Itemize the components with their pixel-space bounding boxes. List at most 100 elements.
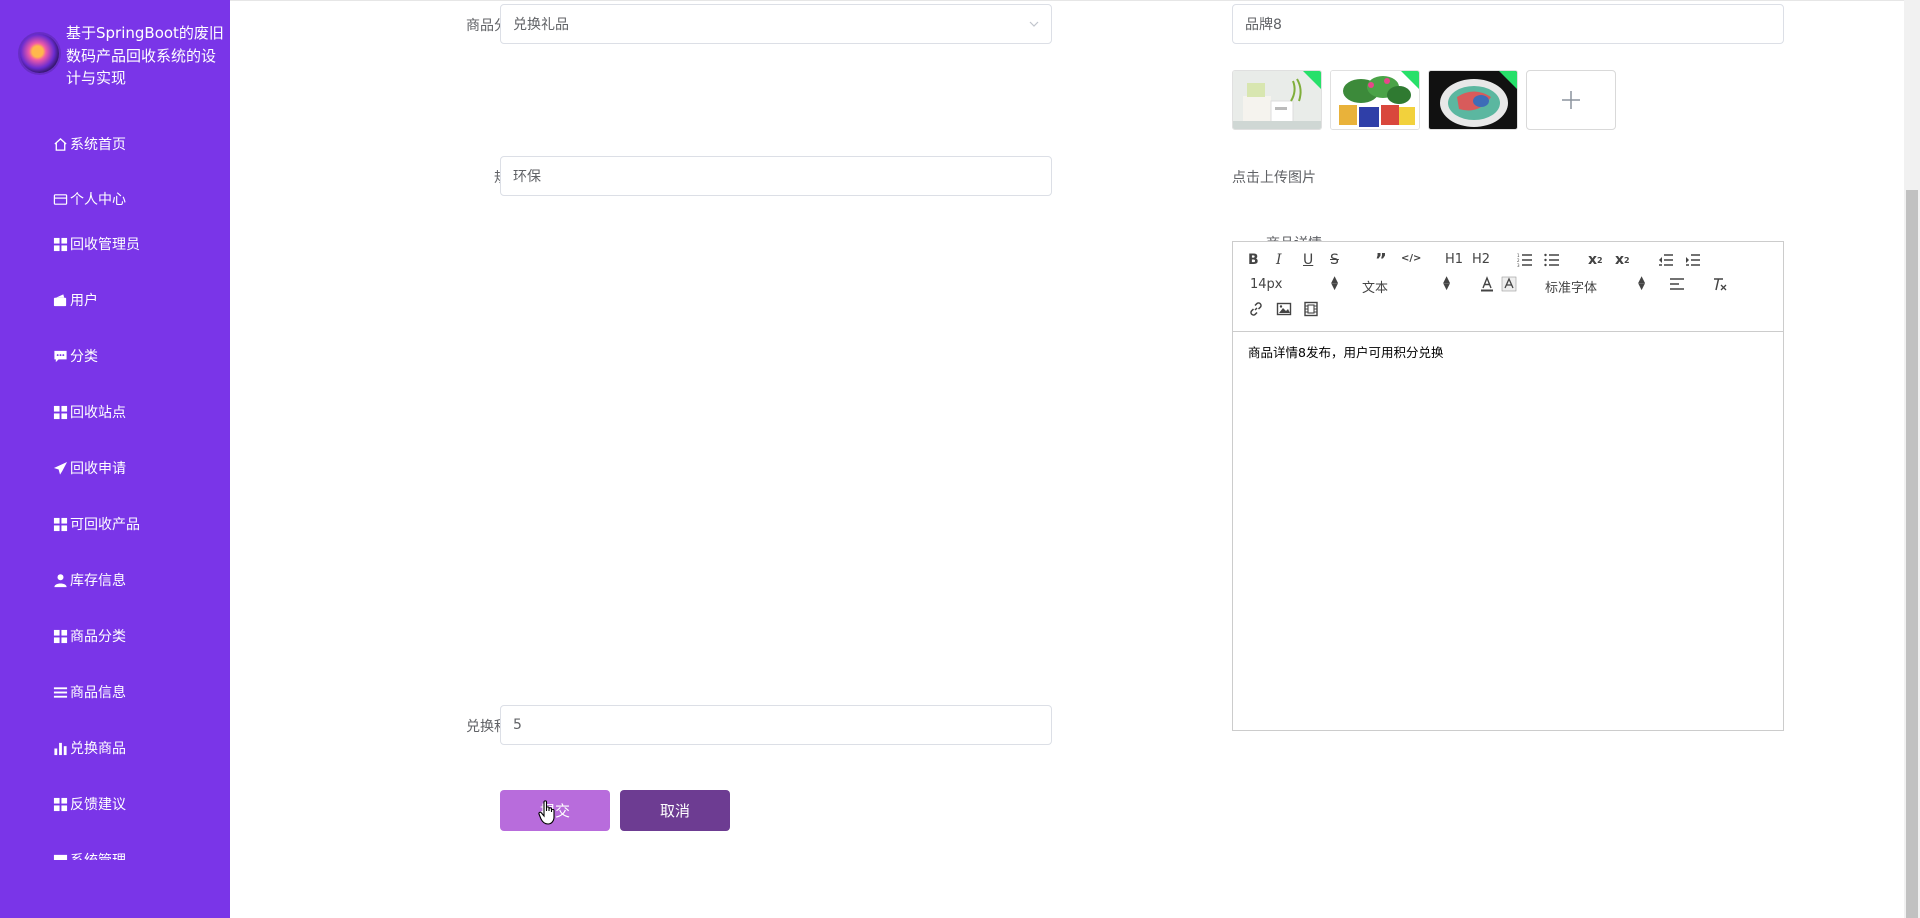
product-thumb-2[interactable] — [1330, 70, 1420, 130]
sidebar-item-system-admin[interactable]: 系统管理 — [52, 847, 126, 860]
header-select[interactable]: 文本 ▲ ▼ — [1362, 275, 1450, 297]
editor-toolbar: B I U S ” </> H1 H2 123 x2 x2 14px ▲ ▼ 文本… — [1233, 242, 1783, 332]
cancel-button[interactable]: 取消 — [620, 790, 730, 831]
upload-image-button[interactable] — [1526, 70, 1616, 130]
code-button[interactable]: </> — [1401, 253, 1421, 264]
sidebar-item-exchange-products[interactable]: 兑换商品 — [52, 735, 126, 761]
grid-icon — [52, 516, 68, 532]
bold-button[interactable]: B — [1248, 252, 1259, 268]
superscript-button[interactable]: x2 — [1615, 252, 1630, 268]
sidebar-item-label: 个人中心 — [70, 192, 126, 208]
sidebar-item-feedback[interactable]: 反馈建议 — [52, 791, 126, 817]
select-caret-icon: ▲ ▼ — [1443, 275, 1450, 292]
link-icon[interactable] — [1248, 301, 1264, 317]
card-icon — [52, 191, 68, 207]
font-size-select[interactable]: 14px ▲ ▼ — [1250, 275, 1338, 293]
spec-value: 环保 — [513, 169, 541, 185]
product-thumb-1[interactable] — [1232, 70, 1322, 130]
select-caret-icon: ▲ ▼ — [1331, 275, 1338, 292]
background-color-icon[interactable] — [1501, 276, 1517, 292]
monitor-icon — [52, 852, 68, 860]
grid-icon — [52, 796, 68, 812]
strike-button[interactable]: S — [1330, 252, 1339, 268]
align-icon[interactable] — [1669, 277, 1685, 291]
scrollbar-thumb[interactable] — [1906, 190, 1918, 918]
sidebar-item-product-category[interactable]: 商品分类 — [52, 623, 126, 649]
font-family-select[interactable]: 标准字体 ▲ ▼ — [1545, 275, 1645, 297]
image-icon[interactable] — [1276, 301, 1292, 317]
sidebar: 基于SpringBoot的废旧数码产品回收系统的设计与实现 系统首页 个人中心 … — [0, 0, 230, 918]
sidebar-item-label: 系统首页 — [70, 137, 126, 153]
spec-input[interactable]: 环保 — [500, 156, 1052, 196]
underline-button[interactable]: U — [1303, 252, 1313, 268]
subscript-label: x — [1588, 252, 1598, 268]
grid-icon — [52, 404, 68, 420]
font-size-value: 14px — [1250, 277, 1283, 292]
hand-cursor-icon — [538, 800, 555, 825]
svg-text:3: 3 — [1517, 263, 1520, 267]
user-icon — [52, 572, 68, 588]
sidebar-item-label: 可回收产品 — [70, 517, 140, 533]
cancel-label: 取消 — [659, 802, 690, 820]
sidebar-item-recycle-station[interactable]: 回收站点 — [52, 399, 126, 425]
top-divider — [230, 0, 1920, 1]
sidebar-item-recycle-apply[interactable]: 回收申请 — [52, 455, 126, 481]
send-icon — [52, 460, 68, 476]
blockquote-button[interactable]: ” — [1375, 250, 1387, 271]
sidebar-item-label: 系统管理 — [70, 850, 126, 860]
ordered-list-icon[interactable]: 123 — [1517, 253, 1533, 267]
points-input[interactable]: 5 — [500, 705, 1052, 745]
upload-hint: 点击上传图片 — [1232, 170, 1316, 186]
page-scrollbar[interactable] — [1904, 0, 1920, 918]
clear-format-icon[interactable] — [1712, 276, 1728, 292]
product-thumb-3[interactable] — [1428, 70, 1518, 130]
superscript-label: x — [1615, 252, 1625, 268]
home-icon — [52, 136, 68, 152]
h2-button[interactable]: H2 — [1472, 252, 1490, 267]
sidebar-item-label: 兑换商品 — [70, 741, 126, 757]
category-select[interactable]: 兑换礼品 — [500, 4, 1052, 44]
sidebar-menu: 系统首页 个人中心 回收管理员 用户 分类 回收站点 回收申请 可回收产品 库存… — [0, 118, 230, 860]
select-caret-icon: ▲ ▼ — [1638, 275, 1645, 292]
sidebar-item-label: 回收申请 — [70, 461, 126, 477]
app-logo — [20, 34, 59, 73]
video-icon[interactable] — [1303, 301, 1319, 317]
bar-chart-icon — [52, 740, 68, 756]
editor-content[interactable]: 商品详情8发布，用户可用积分兑换 — [1248, 342, 1443, 361]
category-value: 兑换礼品 — [513, 17, 569, 33]
sidebar-item-label: 回收管理员 — [70, 237, 140, 253]
brand-input[interactable]: 品牌8 — [1232, 4, 1784, 44]
font-family-value: 标准字体 — [1545, 281, 1598, 296]
brand: 基于SpringBoot的废旧数码产品回收系统的设计与实现 — [20, 22, 224, 92]
outdent-icon[interactable] — [1658, 253, 1674, 267]
plus-icon — [1562, 91, 1580, 109]
italic-button[interactable]: I — [1276, 252, 1282, 268]
sidebar-item-user[interactable]: 用户 — [52, 287, 98, 313]
sidebar-item-recyclable-products[interactable]: 可回收产品 — [52, 511, 140, 537]
indent-icon[interactable] — [1685, 253, 1701, 267]
header-value: 文本 — [1362, 281, 1389, 296]
sidebar-item-label: 分类 — [70, 349, 98, 365]
sidebar-item-product-info[interactable]: 商品信息 — [52, 679, 126, 705]
sidebar-item-personal-center[interactable]: 个人中心 — [52, 186, 126, 212]
chat-icon — [52, 348, 68, 364]
h1-button[interactable]: H1 — [1445, 252, 1463, 267]
sidebar-item-home[interactable]: 系统首页 — [52, 131, 126, 157]
subscript-button[interactable]: x2 — [1588, 252, 1603, 268]
sidebar-item-label: 商品分类 — [70, 629, 126, 645]
sidebar-item-inventory[interactable]: 库存信息 — [52, 567, 126, 593]
sidebar-item-label: 库存信息 — [70, 573, 126, 589]
wallet-icon — [52, 292, 68, 308]
points-value: 5 — [513, 717, 522, 733]
sidebar-item-label: 反馈建议 — [70, 797, 126, 813]
chevron-down-icon — [1029, 21, 1039, 27]
list-icon — [52, 684, 68, 700]
bullet-list-icon[interactable] — [1544, 253, 1560, 267]
sidebar-item-recycle-admin[interactable]: 回收管理员 — [52, 231, 140, 257]
rich-text-editor: B I U S ” </> H1 H2 123 x2 x2 14px ▲ ▼ 文本… — [1232, 241, 1784, 731]
font-color-icon[interactable] — [1479, 276, 1495, 292]
app-title: 基于SpringBoot的废旧数码产品回收系统的设计与实现 — [66, 24, 224, 87]
sidebar-item-label: 用户 — [70, 293, 98, 309]
sidebar-item-category[interactable]: 分类 — [52, 343, 98, 369]
sidebar-item-label: 商品信息 — [70, 685, 126, 701]
